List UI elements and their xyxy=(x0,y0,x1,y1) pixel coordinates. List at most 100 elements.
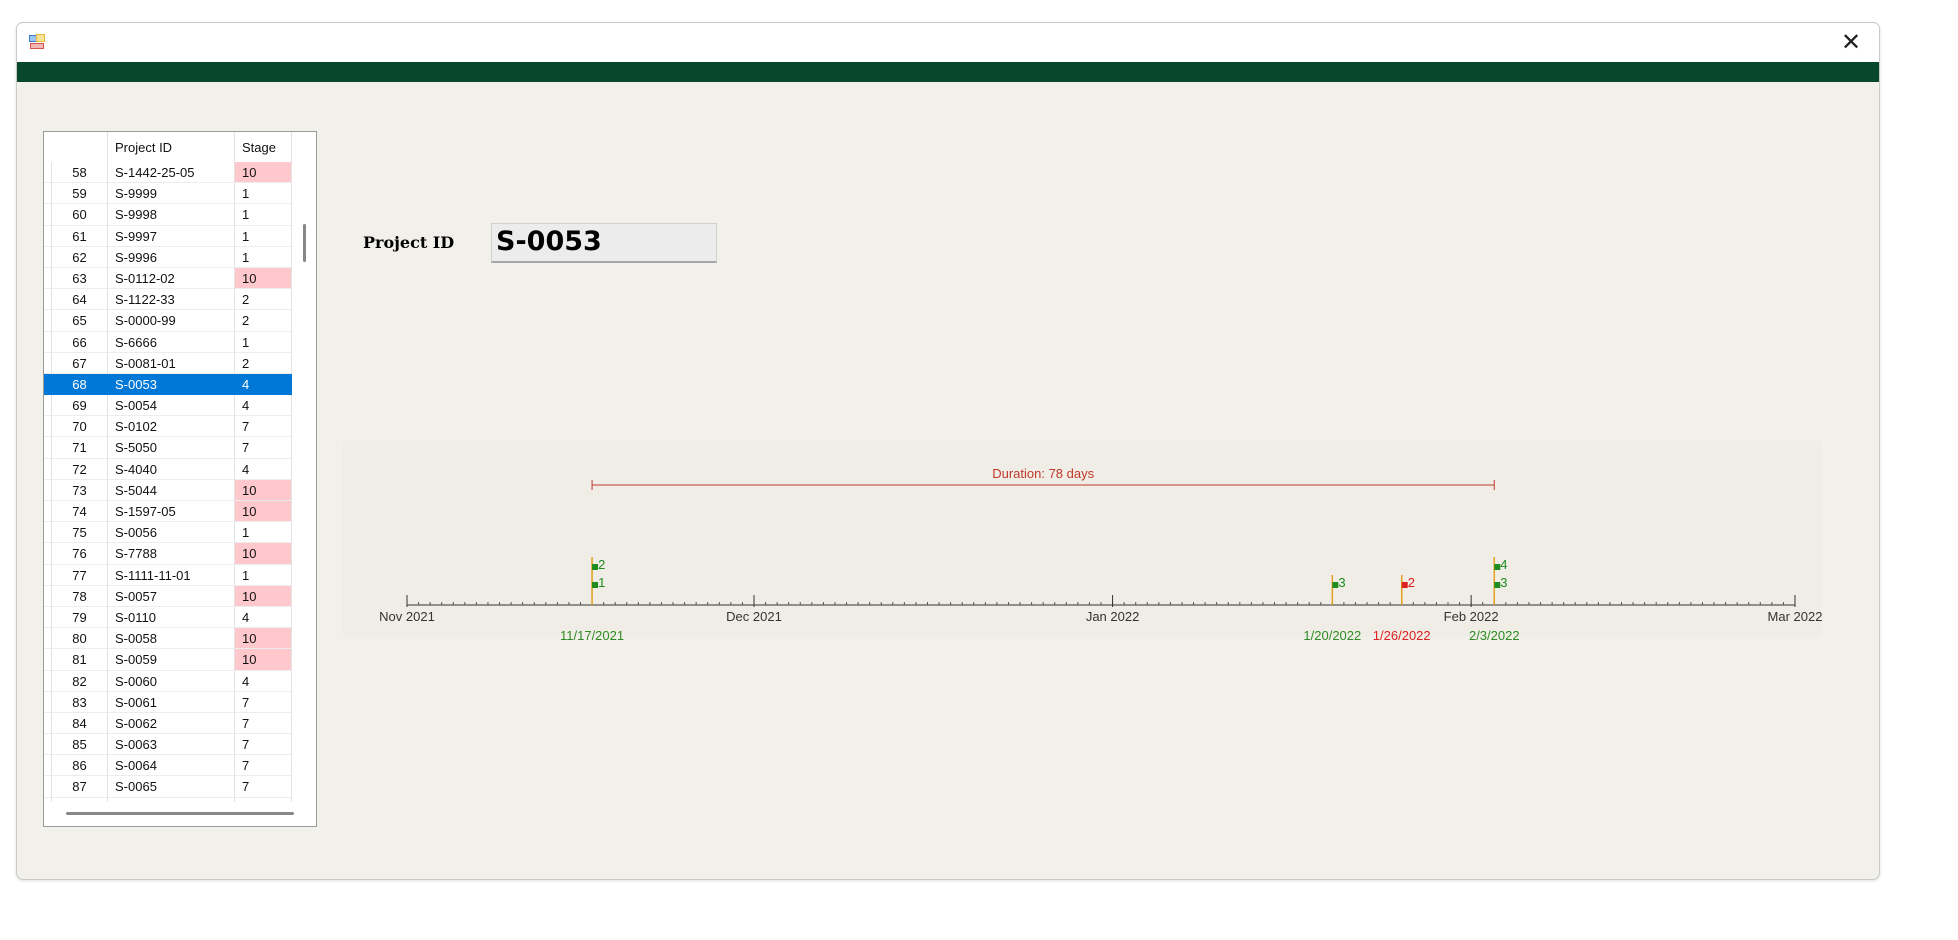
row-selector[interactable] xyxy=(44,479,52,501)
table-row[interactable]: 76 S-7788 10 xyxy=(44,543,292,565)
project-id-cell[interactable]: S-0063 xyxy=(108,734,235,756)
project-id-cell[interactable]: S-0056 xyxy=(108,522,235,544)
stage-cell[interactable]: 2 xyxy=(235,352,292,374)
table-row[interactable]: 78 S-0057 10 xyxy=(44,585,292,607)
table-row[interactable]: 77 S-1111-11-01 1 xyxy=(44,564,292,586)
table-row[interactable]: 67 S-0081-01 2 xyxy=(44,352,292,374)
project-id-cell[interactable]: S-7788 xyxy=(108,543,235,565)
row-number[interactable]: 76 xyxy=(52,543,108,565)
row-number[interactable]: 64 xyxy=(52,289,108,311)
stage-cell[interactable]: 1 xyxy=(235,204,292,226)
row-number[interactable]: 71 xyxy=(52,437,108,459)
row-number[interactable]: 87 xyxy=(52,776,108,798)
row-selector[interactable] xyxy=(44,310,52,332)
project-id-cell[interactable]: S-9996 xyxy=(108,246,235,268)
stage-cell[interactable]: 7 xyxy=(235,797,292,802)
stage-cell[interactable]: 7 xyxy=(235,712,292,735)
stage-cell[interactable]: 10 xyxy=(235,267,292,290)
table-row[interactable]: 79 S-0110 4 xyxy=(44,606,292,629)
row-number[interactable]: 67 xyxy=(52,352,108,374)
project-id-cell[interactable]: S-0102 xyxy=(108,416,235,438)
stage-cell[interactable]: 10 xyxy=(235,162,292,184)
project-id-cell[interactable]: S-0110 xyxy=(108,606,235,629)
stage-cell[interactable]: 7 xyxy=(235,776,292,798)
row-number[interactable]: 80 xyxy=(52,628,108,650)
project-id-cell[interactable]: S-0061 xyxy=(108,691,235,713)
row-selector[interactable] xyxy=(44,543,52,565)
table-row[interactable]: 80 S-0058 10 xyxy=(44,628,292,650)
row-selector[interactable] xyxy=(44,373,52,396)
row-selector[interactable] xyxy=(44,755,52,777)
stage-cell[interactable]: 7 xyxy=(235,755,292,777)
table-row[interactable]: 73 S-5044 10 xyxy=(44,479,292,501)
table-row[interactable]: 68 S-0053 4 xyxy=(44,373,292,396)
project-id-cell[interactable]: S-0065 xyxy=(108,776,235,798)
stage-cell[interactable]: 7 xyxy=(235,416,292,438)
row-number[interactable]: 83 xyxy=(52,691,108,713)
table-row[interactable]: 81 S-0059 10 xyxy=(44,649,292,671)
table-row[interactable]: 59 S-9999 1 xyxy=(44,183,292,205)
project-id-cell[interactable]: S-0057 xyxy=(108,585,235,607)
stage-cell[interactable]: 1 xyxy=(235,564,292,586)
stage-cell[interactable]: 4 xyxy=(235,606,292,629)
row-selector[interactable] xyxy=(44,691,52,713)
close-button[interactable]: ✕ xyxy=(1823,23,1879,62)
table-row[interactable]: 88S-00667 xyxy=(44,797,292,802)
project-id-cell[interactable]: S-0062 xyxy=(108,712,235,735)
table-row[interactable]: 72 S-4040 4 xyxy=(44,458,292,480)
project-id-cell[interactable]: S-4040 xyxy=(108,458,235,480)
row-number[interactable]: 85 xyxy=(52,734,108,756)
project-id-field[interactable]: S-0053 xyxy=(491,223,717,263)
row-number[interactable]: 72 xyxy=(52,458,108,480)
row-selector[interactable] xyxy=(44,712,52,735)
row-selector[interactable] xyxy=(44,564,52,586)
table-row[interactable]: 82 S-0060 4 xyxy=(44,670,292,692)
row-selector[interactable] xyxy=(44,331,52,353)
project-id-cell[interactable]: S-9999 xyxy=(108,183,235,205)
table-row[interactable]: 74 S-1597-05 10 xyxy=(44,501,292,523)
stage-cell[interactable]: 4 xyxy=(235,373,292,396)
row-number[interactable]: 88 xyxy=(52,797,108,802)
row-number[interactable]: 59 xyxy=(52,183,108,205)
row-selector[interactable] xyxy=(44,606,52,629)
row-number[interactable]: 86 xyxy=(52,755,108,777)
stage-cell[interactable]: 1 xyxy=(235,183,292,205)
project-id-cell[interactable]: S-9998 xyxy=(108,204,235,226)
table-row[interactable]: 87 S-0065 7 xyxy=(44,776,292,798)
table-row[interactable]: 64 S-1122-33 2 xyxy=(44,289,292,311)
project-id-cell[interactable]: S-0059 xyxy=(108,649,235,671)
grid-header-stage[interactable]: Stage xyxy=(235,132,292,162)
table-row[interactable]: 84 S-0062 7 xyxy=(44,712,292,735)
stage-cell[interactable]: 4 xyxy=(235,395,292,417)
table-row[interactable]: 65 S-0000-99 2 xyxy=(44,310,292,332)
row-selector[interactable] xyxy=(44,776,52,798)
project-id-cell[interactable]: S-5050 xyxy=(108,437,235,459)
row-selector[interactable] xyxy=(44,797,52,802)
projects-grid[interactable]: Project ID Stage 58 S-1442-25-05 10 59 S-999… xyxy=(43,131,317,827)
row-number[interactable]: 77 xyxy=(52,564,108,586)
row-selector[interactable] xyxy=(44,734,52,756)
stage-cell[interactable]: 1 xyxy=(235,522,292,544)
grid-header-project-id[interactable]: Project ID xyxy=(108,132,235,162)
stage-cell[interactable]: 4 xyxy=(235,458,292,480)
table-row[interactable]: 71 S-5050 7 xyxy=(44,437,292,459)
stage-cell[interactable]: 10 xyxy=(235,479,292,501)
row-selector[interactable] xyxy=(44,522,52,544)
table-row[interactable]: 85 S-0063 7 xyxy=(44,734,292,756)
stage-cell[interactable]: 1 xyxy=(235,331,292,353)
vertical-scrollbar-thumb[interactable] xyxy=(303,224,306,262)
row-number[interactable]: 75 xyxy=(52,522,108,544)
row-selector[interactable] xyxy=(44,501,52,523)
stage-cell[interactable]: 1 xyxy=(235,225,292,247)
stage-cell[interactable]: 7 xyxy=(235,437,292,459)
project-id-cell[interactable]: S-1122-33 xyxy=(108,289,235,311)
project-id-cell[interactable]: S-0000-99 xyxy=(108,310,235,332)
row-number[interactable]: 61 xyxy=(52,225,108,247)
project-id-cell[interactable]: S-0081-01 xyxy=(108,352,235,374)
project-id-cell[interactable]: S-0064 xyxy=(108,755,235,777)
project-id-cell[interactable]: S-0054 xyxy=(108,395,235,417)
project-id-cell[interactable]: S-1597-05 xyxy=(108,501,235,523)
row-number[interactable]: 70 xyxy=(52,416,108,438)
stage-cell[interactable]: 1 xyxy=(235,246,292,268)
project-id-cell[interactable]: S-5044 xyxy=(108,479,235,501)
